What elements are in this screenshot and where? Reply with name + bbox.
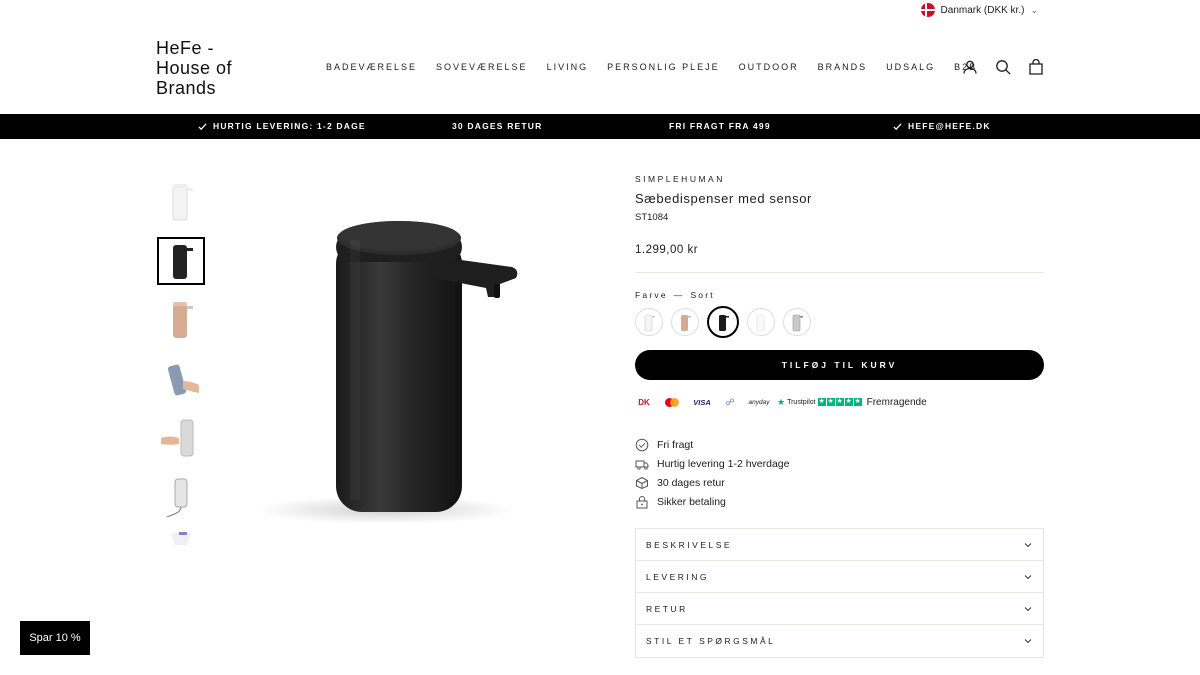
search-icon[interactable] [995,59,1011,75]
rating-word: Fremragende [866,396,927,408]
chevron-down-icon [1024,574,1032,579]
trustpilot-label: Trustpilot [787,398,816,406]
chevron-down-icon [1024,542,1032,547]
check-icon [893,122,902,130]
usp-text: Sikker betaling [657,495,726,508]
chevron-down-icon [1024,606,1032,611]
accordion-label: RETUR [646,603,688,614]
trustpilot-widget[interactable]: ★ Trustpilot ★ ★ ★ ★ ★ Fremragende [777,397,927,408]
product-title: Sæbedispenser med sensor [635,191,812,206]
cart-icon[interactable] [1028,58,1044,75]
accordion-stil-et-spoergsmaal[interactable]: STIL ET SPØRGSMÅL [636,625,1043,657]
site-header: HeFe - House of Brands BADEVÆRELSE SOVEV… [0,22,1200,114]
product-main-image[interactable] [250,160,580,530]
chevron-down-icon [1024,639,1032,644]
thumbnail-black-dispenser[interactable] [157,237,205,285]
variant-separator: — [673,290,685,300]
accordion-retur[interactable]: RETUR [636,593,1043,625]
mastercard-icon [663,396,681,408]
usp-text: Fri fragt [657,438,694,451]
product-accordion: BESKRIVELSE LEVERING RETUR STIL ET SPØRG… [635,528,1044,658]
country-label: Danmark (DKK kr.) [940,4,1025,16]
denmark-flag-icon [920,3,935,17]
accordion-beskrivelse[interactable]: BESKRIVELSE [636,529,1043,561]
nav-item-brands[interactable]: BRANDS [818,62,868,72]
announcement-item: FRI FRAGT FRA 499 [669,121,771,131]
swatch-stainless[interactable] [783,308,811,336]
thumbnail-rose-gold-dispenser[interactable] [157,296,205,344]
main-nav: BADEVÆRELSE SOVEVÆRELSE LIVING PERSONLIG… [326,62,996,72]
swatch-black[interactable] [707,306,739,338]
swatch-white-2[interactable] [747,308,775,336]
usp-list: Fri fragt Hurtig levering 1-2 hverdage 3… [635,435,1044,511]
announcement-item: HEFE@HEFE.DK [893,121,991,131]
accordion-label: BESKRIVELSE [646,539,733,550]
utility-bar: Danmark (DKK kr.) ⌄ [0,0,1200,22]
thumbnail-dispenser-charging[interactable] [157,473,205,521]
usp-item: Fri fragt [635,435,1044,454]
usp-text: Hurtig levering 1-2 hverdage [657,457,790,470]
product-sku: ST1084 [635,212,669,223]
lock-icon [636,495,648,508]
anyday-icon: anyday [748,398,770,406]
announcement-text: FRI FRAGT FRA 499 [669,121,771,131]
product-info: SIMPLEHUMAN Sæbedispenser med sensor ST1… [635,170,1044,658]
add-to-cart-button[interactable]: TILFØJ TIL KURV [635,350,1044,380]
nav-item-personlig-pleje[interactable]: PERSONLIG PLEJE [607,62,720,72]
announcement-item: HURTIG LEVERING: 1-2 DAGE [198,121,366,131]
account-icon[interactable] [962,59,978,75]
header-icons [962,58,1044,75]
announcement-item: 30 DAGES RETUR [452,121,542,131]
variant-label: Farve — Sort [635,290,1044,300]
nav-item-living[interactable]: LIVING [547,62,589,72]
country-selector[interactable]: Danmark (DKK kr.) ⌄ [920,3,1038,17]
swatch-white[interactable] [635,308,663,336]
thumbnail-gallery [157,178,205,569]
chevron-down-icon: ⌄ [1030,4,1038,15]
box-icon [636,476,648,489]
nav-item-sovevaerelse[interactable]: SOVEVÆRELSE [436,62,528,72]
check-icon [198,122,207,130]
accordion-label: STIL ET SPØRGSMÅL [646,636,776,646]
usp-item: Sikker betaling [635,492,1044,511]
announcement-text: HURTIG LEVERING: 1-2 DAGE [213,121,366,131]
mobilepay-icon: ☍ [725,396,735,407]
accordion-label: LEVERING [646,571,709,582]
variant-name: Farve [635,290,668,300]
color-swatches [635,306,1044,338]
usp-item: Hurtig levering 1-2 hverdage [635,454,1044,473]
rating-stars: ★ ★ ★ ★ ★ [817,398,862,406]
save-discount-button[interactable]: Spar 10 % [20,621,90,655]
check-circle-icon [635,438,649,451]
announcement-text[interactable]: HEFE@HEFE.DK [908,121,991,131]
dankort-icon: DK [635,396,653,408]
truck-icon [635,460,649,470]
thumbnail-dispenser-partial[interactable] [157,532,205,558]
accordion-levering[interactable]: LEVERING [636,561,1043,593]
swatch-rose-gold[interactable] [671,308,699,336]
announcement-text: 30 DAGES RETUR [452,121,543,131]
site-logo[interactable]: HeFe - House of Brands [156,38,266,98]
visa-icon: VISA [693,397,711,407]
variant-value: Sort [690,290,715,300]
trustpilot-star-icon: ★ [777,396,786,407]
payment-methods: DK VISA ☍ anyday ★ Trustpilot ★ ★ ★ ★ ★ Frem… [635,394,1044,410]
usp-item: 30 dages retur [635,473,1044,492]
nav-item-udsalg[interactable]: UDSALG [886,62,935,72]
divider [635,272,1044,273]
thumbnail-white-dispenser[interactable] [157,178,205,226]
nav-item-badevaerelse[interactable]: BADEVÆRELSE [326,62,417,72]
announcement-bar: HURTIG LEVERING: 1-2 DAGE 30 DAGES RETUR… [0,114,1200,139]
thumbnail-hand-holding-dispenser[interactable] [157,355,205,403]
product-price: 1.299,00 kr [635,244,699,256]
nav-item-outdoor[interactable]: OUTDOOR [739,62,799,72]
product-vendor[interactable]: SIMPLEHUMAN [635,174,1044,184]
thumbnail-hand-under-dispenser[interactable] [157,414,205,462]
usp-text: 30 dages retur [657,476,725,489]
